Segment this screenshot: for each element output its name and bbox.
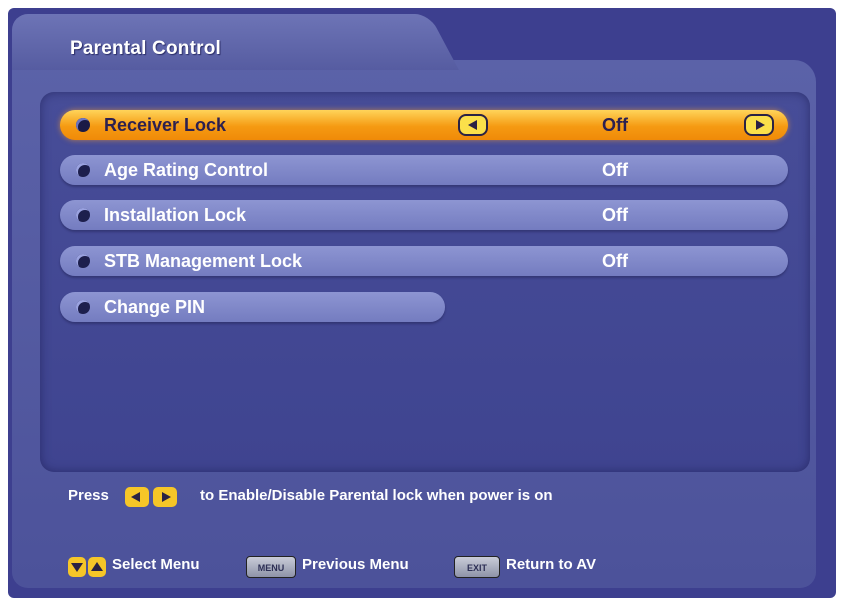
menu-item-value: Off xyxy=(602,160,628,180)
menu-item-value: Off xyxy=(602,205,628,225)
menu-item-label: Change PIN xyxy=(104,297,206,317)
menu-key-icon[interactable]: MENU xyxy=(246,556,296,578)
menu-item-value: Off xyxy=(602,115,628,135)
down-key-icon xyxy=(68,557,86,577)
menu-item-label: Receiver Lock xyxy=(104,115,227,135)
menu-item-label: Installation Lock xyxy=(104,205,247,225)
exit-key-icon[interactable]: EXIT xyxy=(454,556,500,578)
arrow-left-icon[interactable] xyxy=(458,114,488,136)
left-right-keys-icon xyxy=(125,486,181,508)
menu-list xyxy=(40,92,810,472)
bullet-icon xyxy=(76,208,90,222)
select-menu-label: Select Menu xyxy=(112,556,200,573)
return-to-av-label: Return to AV xyxy=(506,556,596,573)
menu-item-label: STB Management Lock xyxy=(104,251,303,271)
bullet-icon xyxy=(76,254,90,268)
previous-menu-label: Previous Menu xyxy=(302,556,409,573)
menu-item-label: Age Rating Control xyxy=(104,160,268,180)
hint-prefix: Press xyxy=(68,487,109,504)
bullet-icon xyxy=(76,163,90,177)
arrow-right-icon[interactable] xyxy=(744,114,774,136)
left-key-icon xyxy=(125,487,149,507)
up-key-icon xyxy=(88,557,106,577)
hint-text: to Enable/Disable Parental lock when pow… xyxy=(200,487,553,504)
menu-item-value: Off xyxy=(602,251,628,271)
menu-item-age-rating-control[interactable]: Age Rating Control Off xyxy=(60,155,788,185)
menu-item-installation-lock[interactable]: Installation Lock Off xyxy=(60,200,788,230)
bullet-icon xyxy=(76,300,90,314)
menu-item-change-pin[interactable]: Change PIN xyxy=(60,292,445,322)
bullet-icon xyxy=(76,118,90,132)
menu-item-receiver-lock[interactable]: Receiver Lock Off xyxy=(60,110,788,140)
menu-item-stb-management-lock[interactable]: STB Management Lock Off xyxy=(60,246,788,276)
right-key-icon xyxy=(153,487,177,507)
page-title: Parental Control xyxy=(70,38,221,59)
